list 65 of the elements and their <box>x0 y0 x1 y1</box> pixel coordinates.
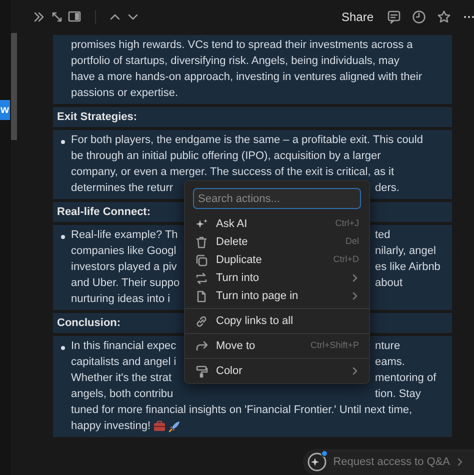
duplicate-icon <box>195 254 208 266</box>
text-fragment: Real-life example? Th <box>71 228 179 243</box>
menu-item[interactable]: Turn into <box>185 269 369 287</box>
link-icon <box>195 314 208 328</box>
text-fragment: about <box>375 276 404 291</box>
chevron-right-icon <box>351 366 359 376</box>
text-line: For both players, the endgame is the same – a profitable exit. This could <box>71 133 423 148</box>
text-fragment: determines the returr <box>71 181 174 196</box>
text-line: promises high rewards. VCs tend to spread their investments across a <box>71 38 413 53</box>
text-line: portfolio of startups, diversifying risk. Angels, being individuals, may <box>71 54 400 69</box>
panel-icon[interactable] <box>68 11 81 22</box>
text-fragment: nilarly, angel <box>375 244 437 259</box>
text-fragment: Whether it's the strat <box>71 371 173 386</box>
text-fragment: ders. <box>375 181 400 196</box>
text-fragment: and Uber. Their suppo <box>71 276 181 291</box>
shortcut-label: Ctrl+Shift+P <box>310 339 359 352</box>
text-fragment: nture <box>375 339 402 354</box>
sparkle-circle-icon <box>307 452 328 472</box>
bullet-icon <box>61 235 65 239</box>
delete-icon <box>195 236 208 248</box>
menu-item[interactable]: Copy links to all <box>185 308 369 330</box>
text-fragment: companies like Googl <box>71 244 178 259</box>
bullet-icon <box>61 346 65 350</box>
text-fragment: tion. Stay <box>375 387 422 402</box>
bullet-icon <box>61 140 65 144</box>
paint-roller-icon <box>195 364 208 378</box>
text-line: passions or expertise. <box>71 86 178 101</box>
text-line: company, or even a merger. The success of the exit is critical, as it <box>71 165 394 180</box>
text-fragment: In this financial expec <box>71 339 178 354</box>
clock-icon[interactable] <box>412 10 426 24</box>
side-tab[interactable]: w <box>0 100 10 120</box>
text-line: be through an initial public offering (IPO), acquisition by a larger <box>71 149 381 164</box>
shortcut-label: Ctrl+D <box>333 253 359 266</box>
search-field[interactable]: Search actions... <box>193 188 361 209</box>
text-fragment: ted <box>375 228 392 243</box>
text-fragment: investors played a piv <box>71 260 178 275</box>
double-chevron-icon[interactable] <box>33 10 45 22</box>
comment-icon[interactable] <box>387 10 401 24</box>
text-fragment: angels, both contribu <box>71 387 174 402</box>
qa-button[interactable]: Request access to Q&A <box>303 449 474 475</box>
text-fragment: capitalists and angel i <box>71 355 178 370</box>
text-fragment: nurturing ideas into i <box>71 292 172 307</box>
sparkle-icon <box>195 218 208 230</box>
section-heading: Exit Strategies: <box>53 107 452 127</box>
text-line: happy investing! <box>71 419 150 434</box>
text-line: have a more hands-on approach, investing in ventures aligned with their <box>71 70 422 85</box>
convert-icon <box>195 272 208 284</box>
star-icon[interactable] <box>437 10 451 24</box>
share-button[interactable]: Share <box>341 8 374 26</box>
chevron-right-icon <box>456 457 464 467</box>
text-fragment: eams. <box>375 355 406 370</box>
menu-item[interactable]: Move to Ctrl+Shift+P <box>185 333 369 355</box>
shortcut-label: Del <box>345 235 359 248</box>
text-fragment: mentoring of <box>375 371 438 386</box>
page-icon <box>195 290 208 302</box>
text-fragment: es like Airbnb <box>375 260 442 275</box>
menu-item[interactable]: Delete Del <box>185 233 369 251</box>
menu-item[interactable]: Color <box>185 358 369 380</box>
menu-item[interactable]: Turn into page in <box>185 287 369 305</box>
text-line: tuned for more financial insights on 'Financial Frontier.' Until next time, <box>71 403 412 418</box>
expand-arrows-icon[interactable] <box>50 10 62 22</box>
menu-item[interactable]: Duplicate Ctrl+D <box>185 251 369 269</box>
scrollbar[interactable] <box>11 33 17 140</box>
arrow-icon <box>195 340 208 352</box>
rocket-icon <box>168 420 180 432</box>
